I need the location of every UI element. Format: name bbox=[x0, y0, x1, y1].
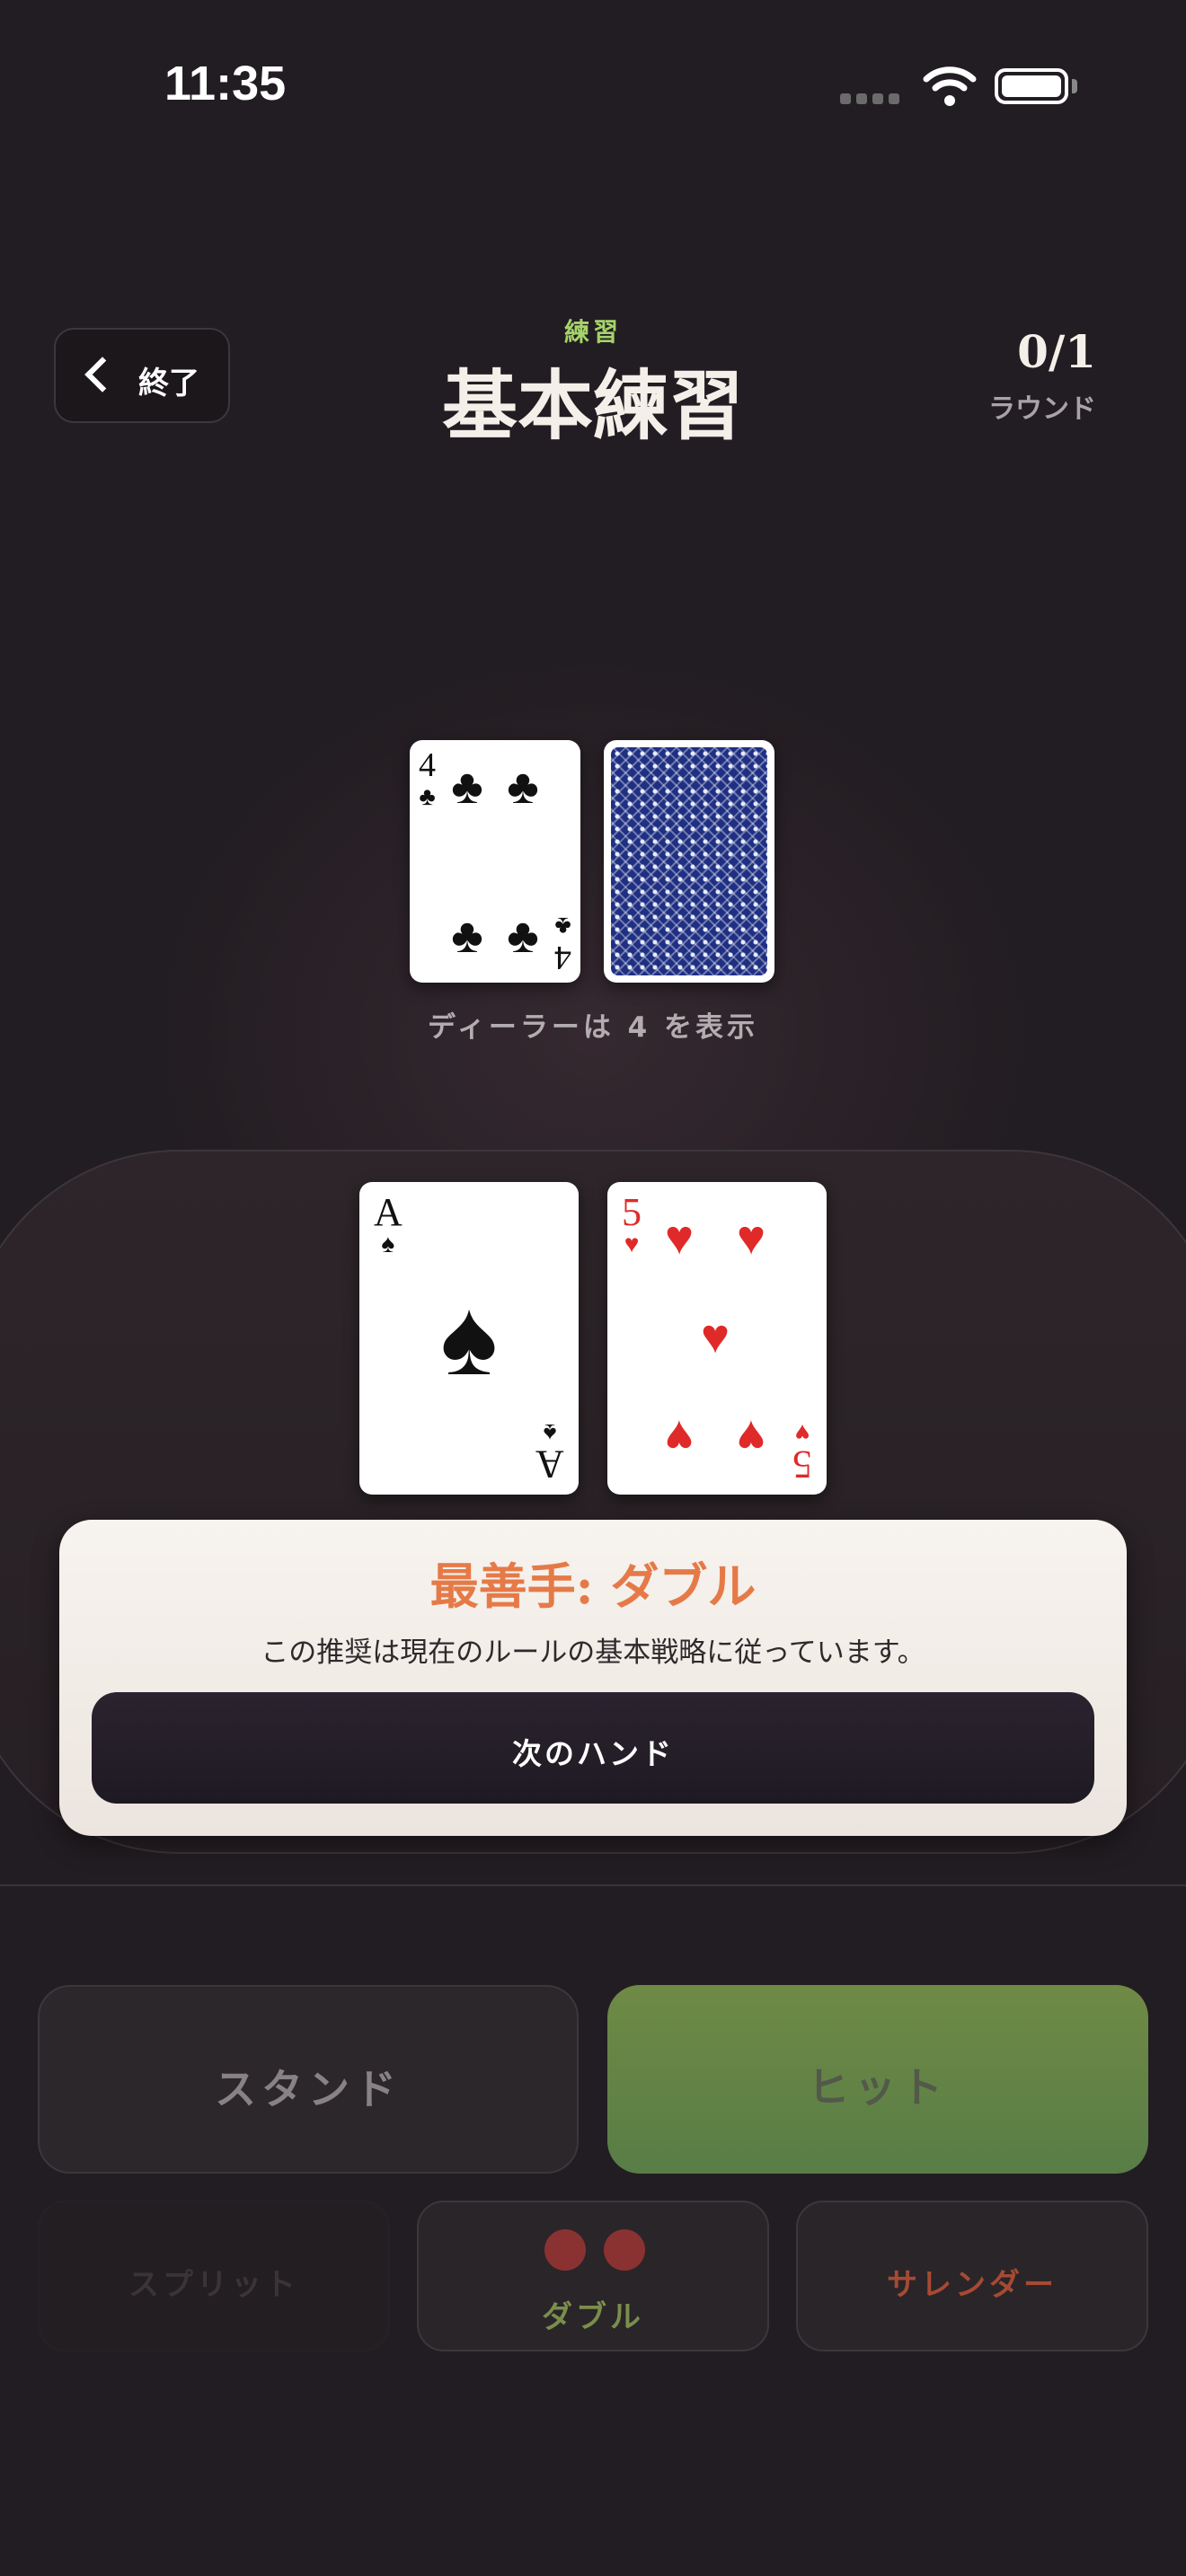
club-pip-icon: ♣ bbox=[507, 760, 539, 814]
dealer-hole-card bbox=[604, 740, 774, 983]
card-corner: 4 ♣ bbox=[554, 909, 571, 976]
card-corner: 5 ♥ bbox=[792, 1416, 812, 1486]
double-label: ダブル bbox=[542, 2299, 644, 2335]
divider bbox=[0, 1884, 1186, 1886]
status-icons bbox=[840, 63, 1083, 113]
advice-panel: 最善手: ダブル この推奨は現在のルールの基本戦略に従っています。 次のハンド bbox=[59, 1520, 1127, 1836]
heart-pip-icon: ♥ bbox=[664, 1410, 695, 1464]
signal-dot bbox=[872, 93, 883, 104]
card-rank: 4 bbox=[554, 939, 571, 976]
battery-cap bbox=[1072, 79, 1077, 93]
next-hand-button[interactable]: 次のハンド bbox=[92, 1692, 1094, 1804]
card-rank: A bbox=[374, 1190, 403, 1234]
stand-button[interactable]: スタンド bbox=[38, 1985, 579, 2174]
stand-label: スタンド bbox=[215, 2065, 402, 2113]
card-back-pattern bbox=[611, 747, 767, 975]
mode-label: 練習 bbox=[563, 317, 622, 347]
hit-label: ヒット bbox=[808, 2063, 948, 2112]
surrender-button[interactable]: サレンダー bbox=[796, 2201, 1148, 2351]
double-button[interactable]: ダブル bbox=[417, 2201, 769, 2351]
heart-pip-icon: ♥ bbox=[700, 1310, 730, 1363]
card-rank: 5 bbox=[792, 1442, 812, 1486]
split-label: スプリット bbox=[128, 2267, 299, 2303]
card-suit: ♥ bbox=[624, 1231, 640, 1258]
card-corner: 4 ♣ bbox=[419, 746, 436, 814]
next-hand-label: 次のハンド bbox=[512, 1736, 674, 1771]
card-corner: A ♠ bbox=[374, 1193, 403, 1261]
card-corner: 5 ♥ bbox=[622, 1193, 642, 1261]
split-button[interactable]: スプリット bbox=[38, 2201, 390, 2351]
card-suit: ♣ bbox=[419, 783, 436, 811]
player-card-ace: A ♠ A ♠ ♠ bbox=[359, 1182, 579, 1495]
advice-title: 最善手: ダブル bbox=[429, 1557, 757, 1615]
chip-icon bbox=[544, 2229, 586, 2271]
signal-icon bbox=[840, 93, 851, 104]
dealer-up-card: 4 ♣ 4 ♣ ♣ ♣ ♣ ♣ bbox=[410, 740, 580, 983]
heart-pip-icon: ♥ bbox=[736, 1211, 766, 1265]
card-suit: ♥ bbox=[794, 1418, 810, 1446]
signal-dot bbox=[856, 93, 867, 104]
dealer-caption: ディーラーは 4 を表示 bbox=[428, 1011, 758, 1044]
round-count: 0/1 bbox=[1017, 325, 1096, 378]
spade-pip-icon: ♠ bbox=[440, 1278, 498, 1398]
heart-pip-icon: ♥ bbox=[736, 1410, 766, 1464]
card-rank: 5 bbox=[622, 1190, 642, 1234]
signal-dot bbox=[889, 93, 899, 104]
advice-text: この推奨は現在のルールの基本戦略に従っています。 bbox=[261, 1636, 925, 1669]
card-rank: A bbox=[535, 1442, 564, 1486]
club-pip-icon: ♣ bbox=[451, 760, 483, 814]
club-pip-icon: ♣ bbox=[451, 909, 483, 963]
round-label: ラウンド bbox=[988, 393, 1096, 425]
battery-icon bbox=[995, 68, 1068, 104]
card-corner: A ♠ bbox=[535, 1416, 564, 1486]
hit-button[interactable]: ヒット bbox=[607, 1985, 1148, 2174]
club-pip-icon: ♣ bbox=[507, 909, 539, 963]
heart-pip-icon: ♥ bbox=[664, 1211, 695, 1265]
surrender-label: サレンダー bbox=[887, 2267, 1058, 2303]
status-time: 11:35 bbox=[164, 57, 287, 110]
card-suit: ♣ bbox=[554, 912, 571, 940]
chip-icon bbox=[604, 2229, 645, 2271]
card-rank: 4 bbox=[419, 746, 436, 784]
wifi-icon bbox=[923, 66, 977, 106]
player-card-five: 5 ♥ 5 ♥ ♥ ♥ ♥ ♥ ♥ bbox=[607, 1182, 827, 1495]
